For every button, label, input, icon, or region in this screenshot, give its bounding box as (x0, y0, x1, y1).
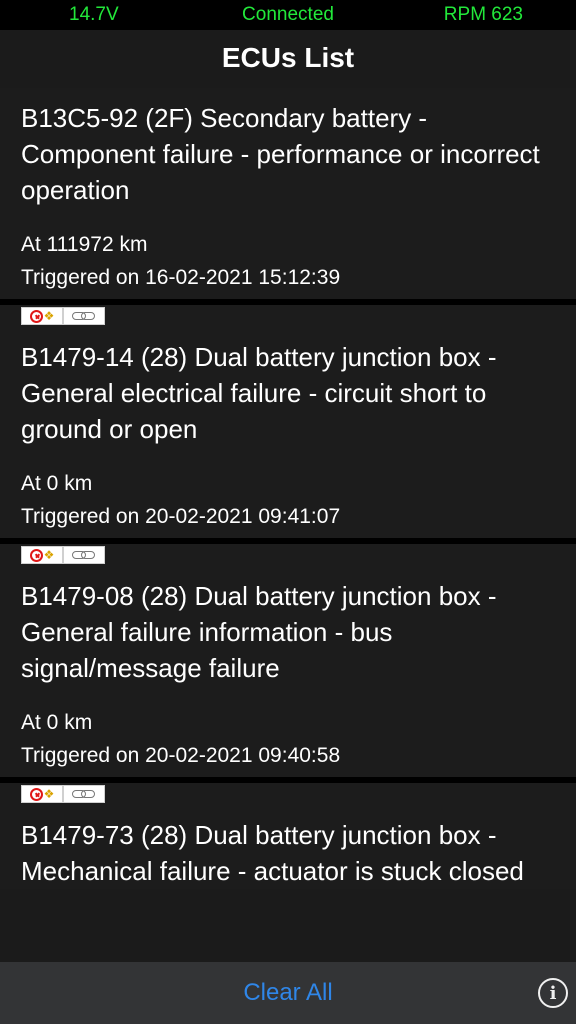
dtc-triggered: Triggered on 20-02-2021 09:41:07 (21, 505, 341, 528)
broom-icon: ❖ (43, 787, 55, 801)
page-title: ECUs List (221, 42, 355, 73)
broom-icon: ❖ (43, 548, 55, 562)
dtc-distance: At 111972 km (21, 233, 148, 256)
link-button[interactable] (63, 785, 105, 803)
dtc-description: B1479-08 (28) Dual battery junction box … (21, 581, 497, 683)
clear-code-icon (29, 787, 43, 801)
dtc-list-item[interactable]: B1479-73 (28) Dual battery junction box … (0, 805, 576, 889)
clear-code-button[interactable]: ❖ (21, 785, 63, 803)
dtc-distance: At 0 km (21, 711, 93, 734)
ecu-list-screen: ECUs List B13C5-92 (2F) Secondary batter… (0, 30, 576, 962)
clear-code-icon (29, 548, 43, 562)
link-button[interactable] (63, 307, 105, 325)
clear-code-button[interactable]: ❖ (21, 307, 63, 325)
dtc-actions: ❖ (0, 544, 576, 566)
bottom-toolbar: Clear All i (0, 962, 576, 1024)
clear-code-button[interactable]: ❖ (21, 546, 63, 564)
clear-code-icon (29, 309, 43, 323)
dtc-distance: At 0 km (21, 472, 93, 495)
status-bar: 14.7V Connected RPM 623 (0, 0, 576, 30)
clear-all-button[interactable]: Clear All (0, 962, 576, 1024)
dtc-triggered: Triggered on 20-02-2021 09:40:58 (21, 744, 341, 767)
chain-link-icon (71, 550, 97, 560)
link-button[interactable] (63, 546, 105, 564)
info-icon[interactable]: i (538, 978, 568, 1008)
dtc-list-item[interactable]: B1479-08 (28) Dual battery junction box … (0, 566, 576, 777)
dtc-list[interactable]: B13C5-92 (2F) Secondary battery - Compon… (0, 88, 576, 889)
dtc-actions: ❖ (0, 305, 576, 327)
dtc-actions: ❖ (0, 783, 576, 805)
broom-icon: ❖ (43, 309, 55, 323)
chain-link-icon (71, 311, 97, 321)
rpm-readout: RPM 623 (443, 4, 523, 25)
chain-link-icon (71, 789, 97, 799)
dtc-list-item[interactable]: B13C5-92 (2F) Secondary battery - Compon… (0, 88, 576, 299)
dtc-triggered: Triggered on 16-02-2021 15:12:39 (21, 266, 341, 289)
dtc-description: B1479-73 (28) Dual battery junction box … (21, 820, 524, 886)
title-bar: ECUs List (0, 30, 576, 86)
dtc-description: B1479-14 (28) Dual battery junction box … (21, 342, 497, 444)
dtc-list-item[interactable]: B1479-14 (28) Dual battery junction box … (0, 327, 576, 538)
dtc-description: B13C5-92 (2F) Secondary battery - Compon… (21, 103, 540, 205)
